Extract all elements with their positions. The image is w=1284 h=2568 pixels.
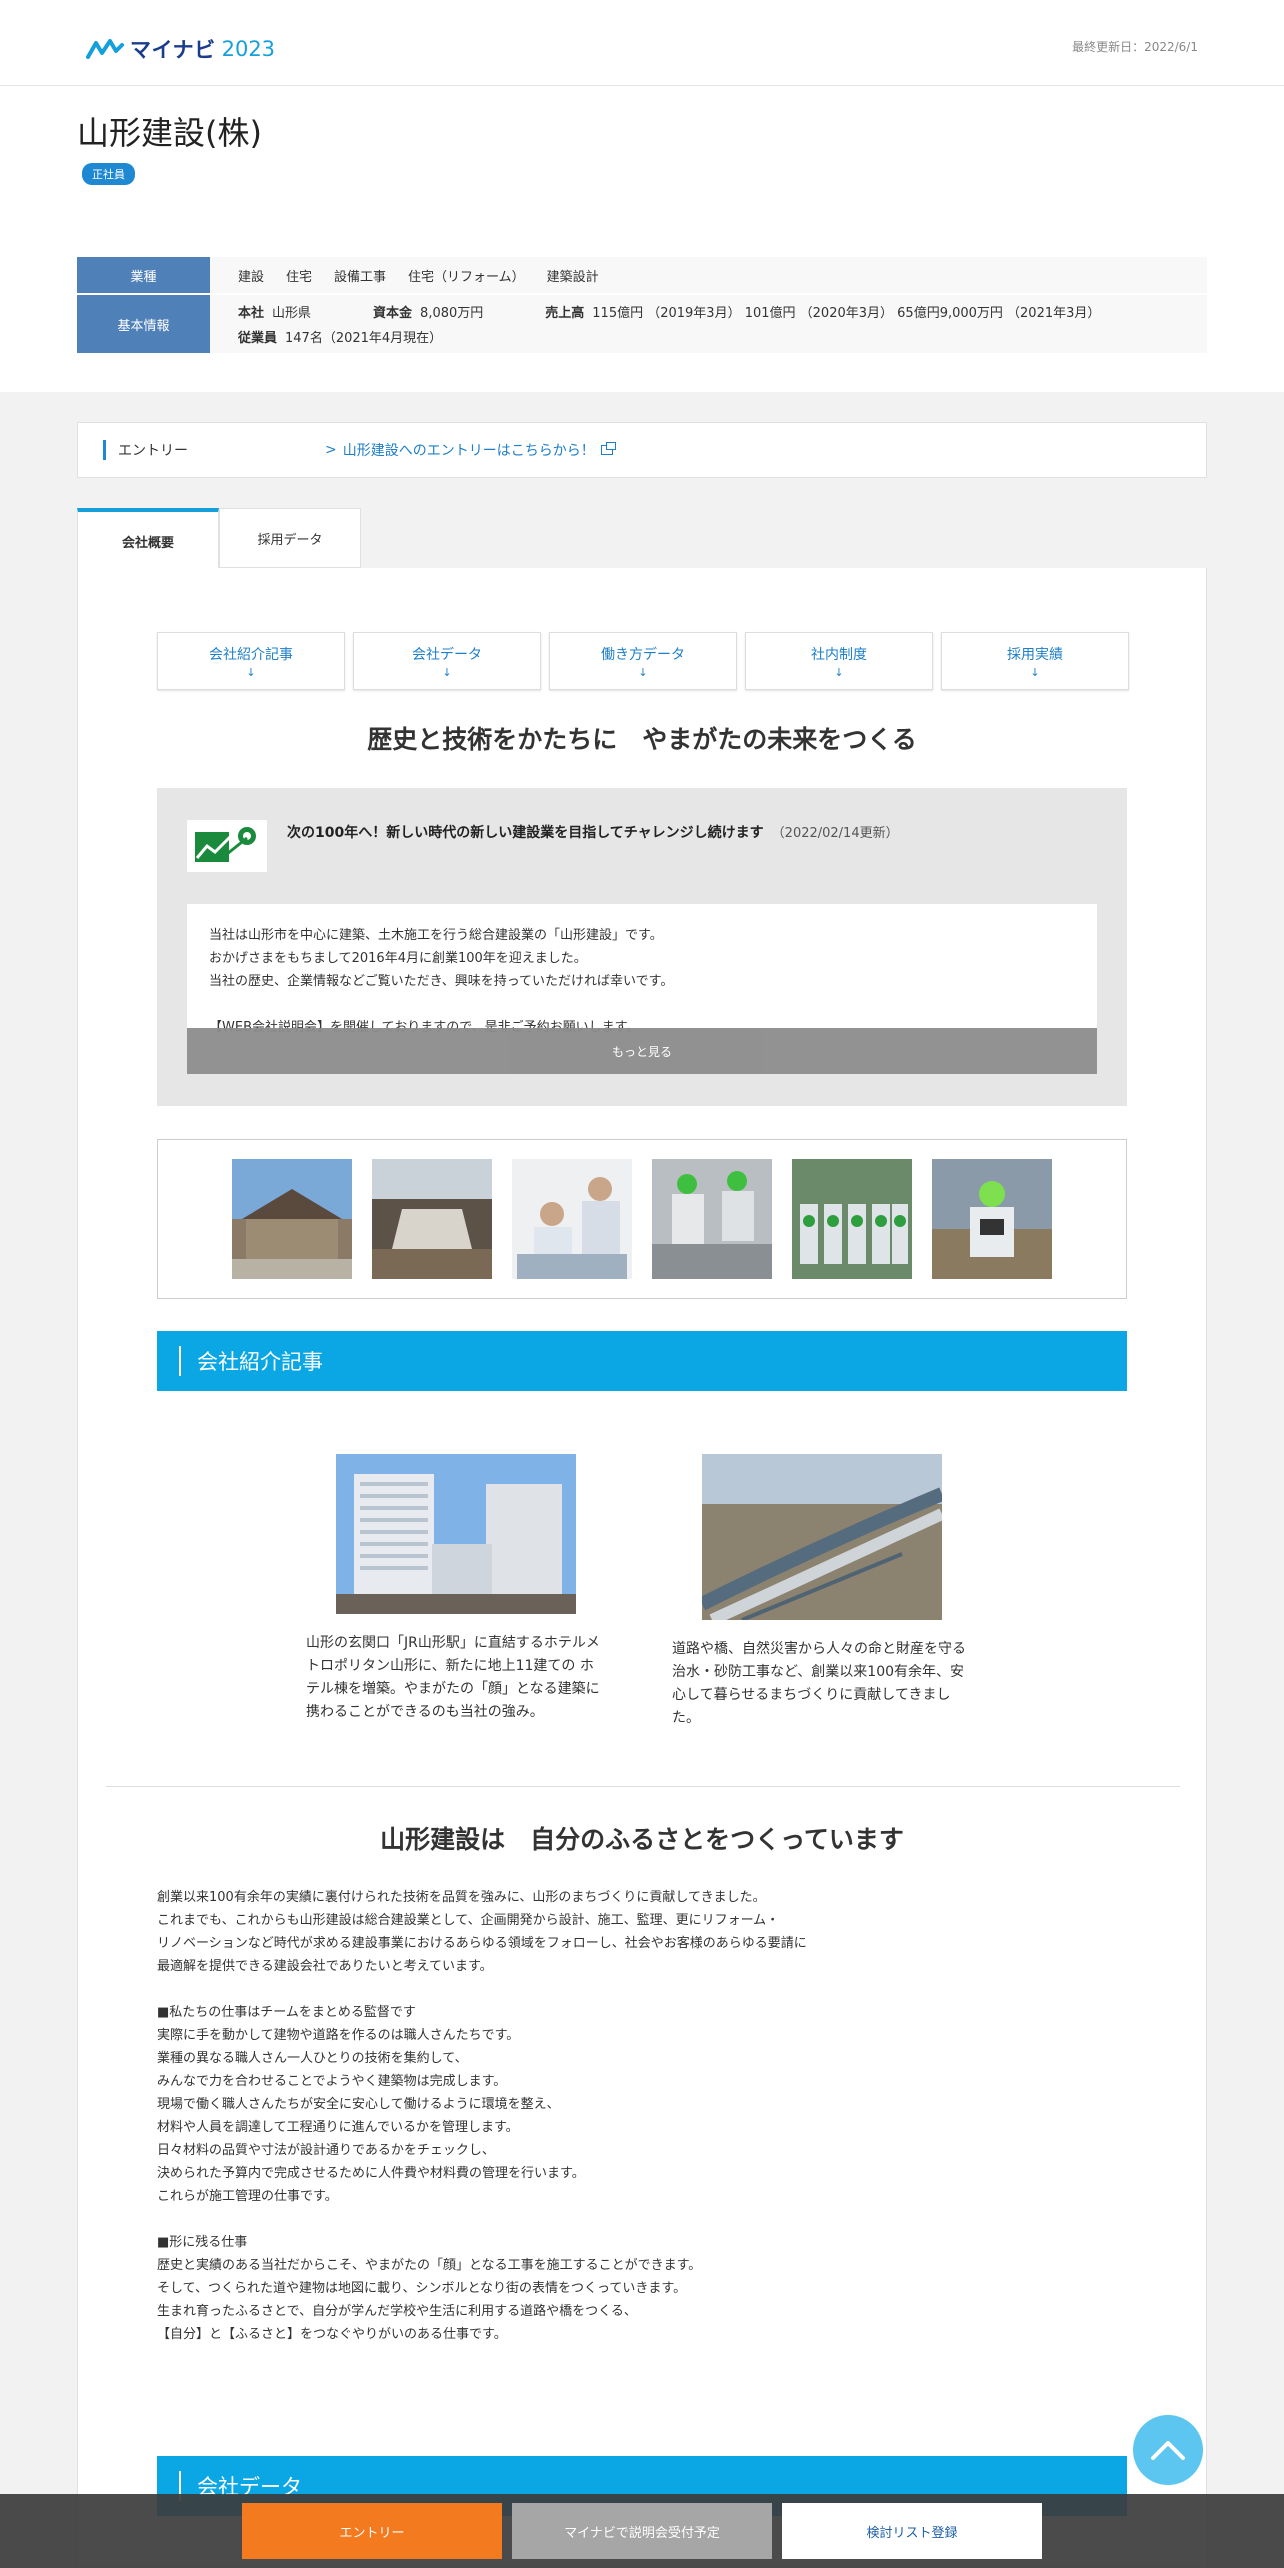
article-image bbox=[336, 1454, 576, 1614]
add-to-list-button[interactable]: 検討リスト登録 bbox=[782, 2503, 1042, 2559]
seminar-button[interactable]: マイナビで説明会受付予定 bbox=[512, 2503, 772, 2559]
photo-thumbnail[interactable] bbox=[792, 1159, 912, 1279]
article-card[interactable]: 山形の玄関口「JR山形駅」に直結するホテルメトロポリタン山形に、新たに地上11建… bbox=[306, 1454, 606, 1724]
arrow-down-icon: ↓ bbox=[1030, 665, 1040, 679]
industry-row: 業種 建設 住宅 設備工事 住宅（リフォーム） 建築設計 bbox=[77, 257, 1207, 295]
sales: 売上高 115億円 （2019年3月） 101億円 （2020年3月） 65億円9… bbox=[545, 306, 1101, 321]
site-logo[interactable]: マイナビ 2023 bbox=[86, 34, 275, 64]
photo-thumbnail[interactable] bbox=[932, 1159, 1052, 1279]
section-heading-articles: 会社紹介記事 bbox=[157, 1331, 1127, 1391]
tab-recruit-data[interactable]: 採用データ bbox=[219, 508, 361, 568]
industry-list: 建設 住宅 設備工事 住宅（リフォーム） 建築設計 bbox=[238, 266, 599, 285]
arrow-down-icon: ↓ bbox=[834, 665, 844, 679]
chevron-right-icon: > bbox=[325, 442, 337, 458]
company-info-table: 業種 建設 住宅 設備工事 住宅（リフォーム） 建築設計 基本情報 本社 山形県 … bbox=[77, 257, 1207, 355]
bottom-action-bar: エントリー マイナビで説明会受付予定 検討リスト登録 bbox=[0, 2494, 1284, 2568]
news-date: （2022/02/14更新） bbox=[771, 826, 899, 841]
industry-item: 建築設計 bbox=[546, 269, 599, 285]
photo-thumbnail[interactable] bbox=[652, 1159, 772, 1279]
entry-link-text: 山形建設へのエントリーはこちらから！ bbox=[342, 443, 595, 459]
industry-item: 住宅 bbox=[286, 269, 313, 285]
article-caption: 道路や橋、自然災害から人々の命と財産を守る治水・砂防工事など、創業以来100有余… bbox=[672, 1641, 966, 1726]
news-title: 次の100年へ！新しい時代の新しい建設業を目指してチャレンジし続けます （2022… bbox=[287, 825, 899, 841]
mynavi-logo-icon bbox=[86, 39, 124, 59]
catch-copy: 歴史と技術をかたちに やまがたの未来をつくる bbox=[367, 725, 917, 754]
industry-item: 住宅（リフォーム） bbox=[408, 269, 525, 285]
divider bbox=[106, 1786, 1180, 1787]
last-updated: 最終更新日：2022/6/1 bbox=[1072, 40, 1198, 54]
arrow-down-icon: ↓ bbox=[638, 665, 648, 679]
photo-gallery bbox=[157, 1139, 1127, 1299]
page-top: マイナビ 2023 最終更新日：2022/6/1 山形建設(株) 正社員 業種 … bbox=[0, 0, 1284, 392]
company-name: 山形建設(株) bbox=[77, 114, 262, 152]
anchor-company-data[interactable]: 会社データ ↓ bbox=[353, 632, 541, 690]
article-card[interactable]: 道路や橋、自然災害から人々の命と財産を守る治水・砂防工事など、創業以来100有余… bbox=[672, 1454, 972, 1730]
industry-label: 業種 bbox=[77, 257, 210, 293]
external-window-icon bbox=[600, 442, 616, 455]
photo-thumbnail[interactable] bbox=[232, 1159, 352, 1279]
site-header: マイナビ 2023 最終更新日：2022/6/1 bbox=[0, 0, 1284, 86]
employment-type-badge: 正社員 bbox=[82, 163, 135, 185]
arrow-down-icon: ↓ bbox=[246, 665, 256, 679]
industry-item: 設備工事 bbox=[334, 269, 387, 285]
logo-text: マイナビ bbox=[130, 38, 216, 62]
chevron-up-icon bbox=[1151, 2441, 1185, 2460]
scroll-to-top-button[interactable] bbox=[1133, 2415, 1203, 2485]
photo-thumbnail[interactable] bbox=[512, 1159, 632, 1279]
entry-bar: エントリー > 山形建設へのエントリーはこちらから！ bbox=[77, 422, 1207, 478]
tab-bar: 会社概要 採用データ bbox=[77, 508, 361, 570]
entry-link[interactable]: > 山形建設へのエントリーはこちらから！ bbox=[325, 440, 616, 460]
basic-info-row: 基本情報 本社 山形県 資本金 8,080万円 売上高 115億円 （2019年3月）… bbox=[77, 295, 1207, 355]
tab-company-overview[interactable]: 会社概要 bbox=[77, 508, 219, 570]
entry-button[interactable]: エントリー bbox=[242, 2503, 502, 2559]
anchor-articles[interactable]: 会社紹介記事 ↓ bbox=[157, 632, 345, 690]
anchor-work-style[interactable]: 働き方データ ↓ bbox=[549, 632, 737, 690]
basic-info-label: 基本情報 bbox=[77, 295, 210, 353]
catch-copy-2: 山形建設は 自分のふるさとをつくっています bbox=[380, 1825, 904, 1854]
employees: 従業員 147名（2021年4月現在） bbox=[238, 331, 443, 346]
anchor-systems[interactable]: 社内制度 ↓ bbox=[745, 632, 933, 690]
arrow-down-icon: ↓ bbox=[442, 665, 452, 679]
anchor-hiring-record[interactable]: 採用実績 ↓ bbox=[941, 632, 1129, 690]
industry-item: 建設 bbox=[238, 269, 265, 285]
entry-label: エントリー bbox=[103, 440, 325, 460]
article-caption: 山形の玄関口「JR山形駅」に直結するホテルメトロポリタン山形に、新たに地上11建… bbox=[306, 1635, 600, 1720]
photo-thumbnail[interactable] bbox=[372, 1159, 492, 1279]
main-content: 会社紹介記事 ↓ 会社データ ↓ 働き方データ ↓ 社内制度 ↓ 採用実績 ↓ 歴史と技術… bbox=[77, 568, 1207, 2568]
show-more-button[interactable]: もっと見る bbox=[187, 1028, 1097, 1074]
capital: 資本金 8,080万円 bbox=[373, 306, 484, 321]
article-image bbox=[702, 1454, 942, 1620]
anchor-nav: 会社紹介記事 ↓ 会社データ ↓ 働き方データ ↓ 社内制度 ↓ 採用実績 ↓ bbox=[157, 632, 1129, 690]
company-logo-icon bbox=[187, 820, 267, 872]
logo-year: 2023 bbox=[221, 37, 276, 61]
news-box: 次の100年へ！新しい時代の新しい建設業を目指してチャレンジし続けます （2022… bbox=[157, 788, 1127, 1106]
company-description: 創業以来100有余年の実績に裏付けられた技術を品質を強みに、山形のまちづくりに貢… bbox=[157, 1890, 807, 2342]
hq: 本社 山形県 bbox=[238, 306, 312, 321]
